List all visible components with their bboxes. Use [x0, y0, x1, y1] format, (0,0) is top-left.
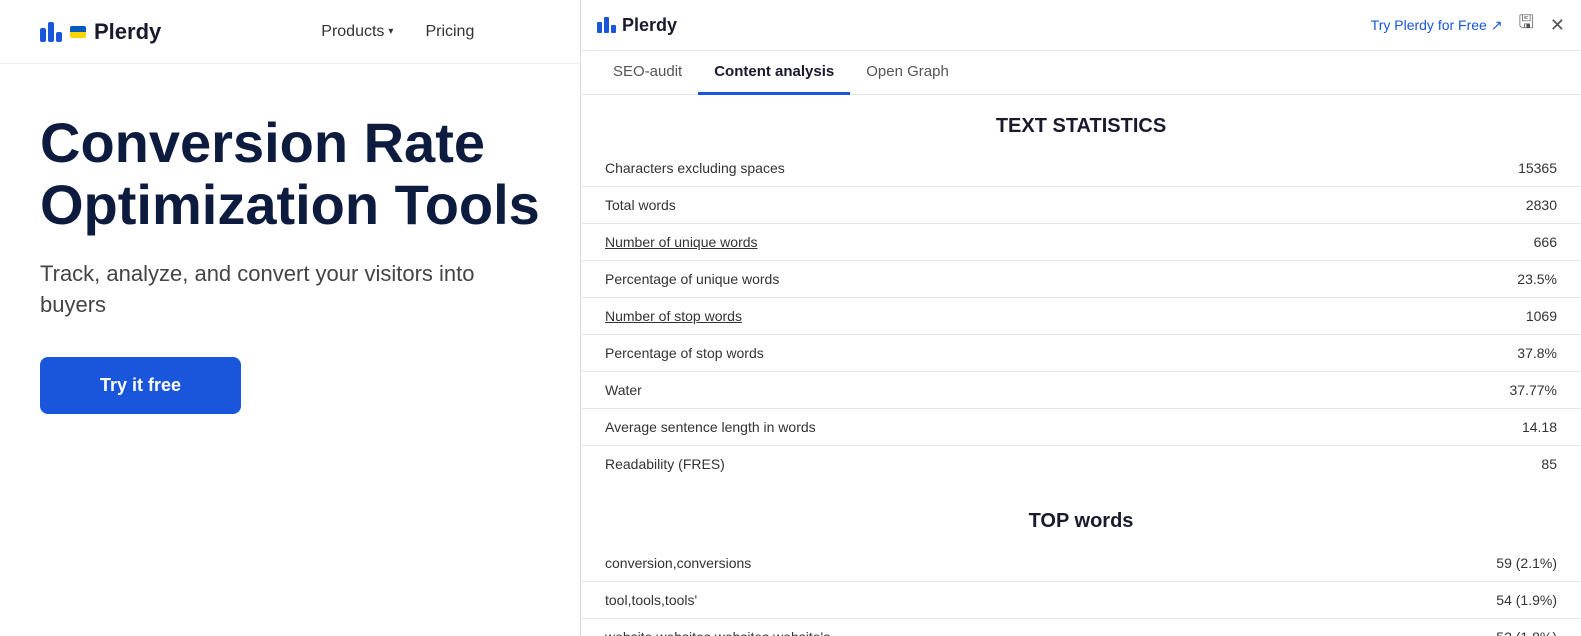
word-label: tool,tools,tools' [581, 582, 1281, 619]
try-plerdy-link[interactable]: Try Plerdy for Free ↗ [1371, 17, 1503, 34]
stat-value: 2830 [1281, 187, 1581, 224]
hero-subheading: Track, analyze, and convert your visitor… [40, 259, 540, 321]
logo-bar-2 [48, 22, 54, 42]
table-row: Number of stop words 1069 [581, 298, 1581, 335]
external-link-icon: ↗ [1491, 17, 1503, 34]
stat-label: Number of stop words [581, 298, 1281, 335]
extension-header: Plerdy Try Plerdy for Free ↗ 🖫 ✕ [581, 0, 1581, 51]
stat-value: 14.18 [1281, 409, 1581, 446]
statistics-table: Characters excluding spaces 15365 Total … [581, 150, 1581, 482]
nav-links: Products ▾ Pricing [321, 23, 474, 41]
table-row: Percentage of unique words 23.5% [581, 261, 1581, 298]
stat-label: Percentage of stop words [581, 335, 1281, 372]
ext-logo-text: Plerdy [622, 15, 677, 36]
table-row: Percentage of stop words 37.8% [581, 335, 1581, 372]
table-row: Readability (FRES) 85 [581, 446, 1581, 483]
hero-section: Conversion Rate Optimization Tools Track… [0, 64, 580, 414]
stat-value: 37.77% [1281, 372, 1581, 409]
stat-label: Percentage of unique words [581, 261, 1281, 298]
ext-header-actions: Try Plerdy for Free ↗ 🖫 ✕ [1371, 10, 1565, 40]
table-row: Average sentence length in words 14.18 [581, 409, 1581, 446]
extension-tabs: SEO-audit Content analysis Open Graph [581, 51, 1581, 95]
extension-panel: Plerdy Try Plerdy for Free ↗ 🖫 ✕ SEO-aud… [580, 0, 1581, 636]
navigation: Plerdy Products ▾ Pricing [0, 0, 580, 64]
stat-value: 37.8% [1281, 335, 1581, 372]
word-value: 54 (1.9%) [1281, 582, 1581, 619]
stat-value: 23.5% [1281, 261, 1581, 298]
stat-label: Number of unique words [581, 224, 1281, 261]
phone-icon-button[interactable]: 🖫 [1519, 10, 1534, 40]
logo-bar-3 [56, 32, 62, 42]
stat-value: 666 [1281, 224, 1581, 261]
ext-bar-3 [611, 25, 616, 33]
ukraine-flag [70, 26, 86, 38]
word-label: conversion,conversions [581, 545, 1281, 582]
ext-logo-icon [597, 17, 616, 33]
table-row: Total words 2830 [581, 187, 1581, 224]
word-value: 59 (2.1%) [1281, 545, 1581, 582]
stat-label: Average sentence length in words [581, 409, 1281, 446]
stat-label: Readability (FRES) [581, 446, 1281, 483]
logo-icon [40, 22, 62, 42]
try-it-free-button[interactable]: Try it free [40, 357, 241, 414]
hero-heading: Conversion Rate Optimization Tools [40, 112, 540, 235]
extension-logo: Plerdy [597, 15, 677, 36]
word-label: website,websites,websites,website's [581, 619, 1281, 636]
close-button[interactable]: ✕ [1550, 15, 1565, 36]
top-words-table: conversion,conversions 59 (2.1%) tool,to… [581, 545, 1581, 636]
nav-products[interactable]: Products ▾ [321, 23, 393, 41]
stat-value: 1069 [1281, 298, 1581, 335]
stat-label: Characters excluding spaces [581, 150, 1281, 187]
table-row: Number of unique words 666 [581, 224, 1581, 261]
top-words-title: TOP words [581, 490, 1581, 545]
ext-bar-2 [604, 17, 609, 33]
logo[interactable]: Plerdy [40, 19, 161, 45]
tab-seo-audit[interactable]: SEO-audit [597, 51, 698, 95]
logo-text: Plerdy [94, 19, 161, 45]
extension-content[interactable]: TEXT STATISTICS Characters excluding spa… [581, 95, 1581, 636]
table-row: Characters excluding spaces 15365 [581, 150, 1581, 187]
table-row: tool,tools,tools' 54 (1.9%) [581, 582, 1581, 619]
table-row: Water 37.77% [581, 372, 1581, 409]
table-row: website,websites,websites,website's 52 (… [581, 619, 1581, 636]
nav-pricing[interactable]: Pricing [425, 23, 474, 41]
stat-label: Water [581, 372, 1281, 409]
logo-bar-1 [40, 28, 46, 42]
word-value: 52 (1.8%) [1281, 619, 1581, 636]
tab-open-graph[interactable]: Open Graph [850, 51, 965, 95]
table-row: conversion,conversions 59 (2.1%) [581, 545, 1581, 582]
phone-icon: 🖫 [1519, 12, 1534, 32]
website-section: Plerdy Products ▾ Pricing Conversion Rat… [0, 0, 580, 636]
top-words-section: TOP words conversion,conversions 59 (2.1… [581, 490, 1581, 636]
tab-content-analysis[interactable]: Content analysis [698, 51, 850, 95]
text-statistics-title: TEXT STATISTICS [581, 95, 1581, 150]
stat-value: 85 [1281, 446, 1581, 483]
stat-label: Total words [581, 187, 1281, 224]
stat-value: 15365 [1281, 150, 1581, 187]
text-statistics-section: TEXT STATISTICS Characters excluding spa… [581, 95, 1581, 482]
ext-bar-1 [597, 22, 602, 33]
chevron-down-icon: ▾ [388, 26, 393, 37]
